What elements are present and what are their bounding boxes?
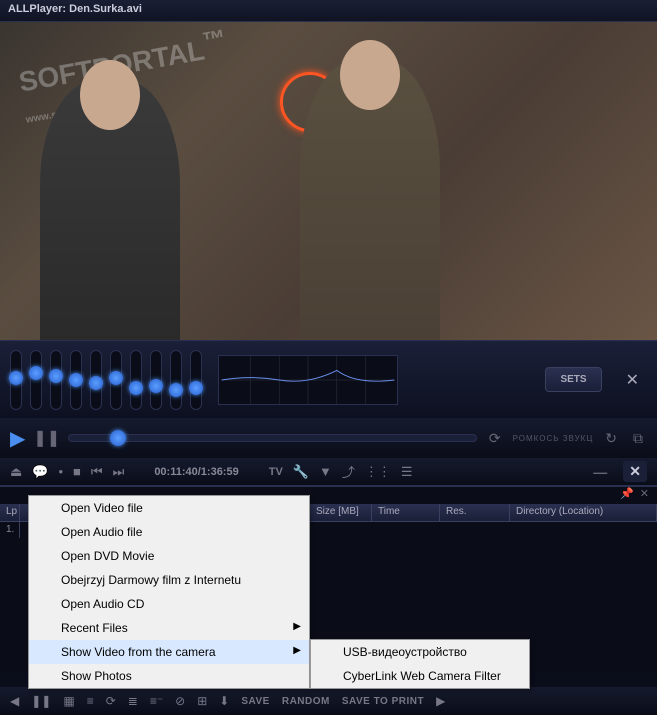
eq-slider[interactable]	[70, 350, 82, 410]
menu-recent-files[interactable]: Recent Files▶	[29, 616, 309, 640]
video-content-person	[40, 80, 180, 340]
bottom-panel: ◀ ❚❚ ▦ ≡ ⟳ ≣ ≡⁻ ⊘ ⊞ ⬇ SAVE RANDOM SAVE T…	[0, 687, 657, 715]
next-bottom-icon[interactable]: ▶	[436, 694, 445, 708]
grid-bottom-icon[interactable]: ▦	[63, 694, 74, 708]
menu-open-video[interactable]: Open Video file	[29, 496, 309, 520]
next-icon[interactable]: ⏭	[113, 464, 125, 480]
stop-icon[interactable]: ■	[73, 464, 81, 479]
waveform-display	[218, 355, 398, 405]
submenu-cyberlink[interactable]: CyberLink Web Camera Filter	[311, 664, 529, 688]
list2-icon[interactable]: ≣	[128, 694, 138, 708]
clear-icon[interactable]: ⊘	[175, 694, 185, 708]
volume-label: РОМКОСЬ ЗВУКЦ	[513, 434, 594, 443]
menu-show-video-camera[interactable]: Show Video from the camera▶	[29, 640, 309, 664]
context-submenu: USB-видеоустройство CyberLink Web Camera…	[310, 639, 530, 689]
submenu-usb-video[interactable]: USB-видеоустройство	[311, 640, 529, 664]
wrench-icon[interactable]: 🔧	[293, 464, 309, 480]
pin-icon[interactable]: 📌	[620, 487, 634, 504]
menu-show-photos[interactable]: Show Photos	[29, 664, 309, 688]
save-to-print-button[interactable]: SAVE TO PRINT	[342, 696, 424, 707]
share-icon[interactable]: ⤴	[342, 462, 355, 481]
menu-internet-film[interactable]: Obejrzyj Darmowy film z Internetu	[29, 568, 309, 592]
prev-icon[interactable]: ⏮	[91, 464, 103, 480]
eq-slider[interactable]	[10, 350, 22, 410]
list1-icon[interactable]: ≡	[87, 694, 94, 708]
minimize-button[interactable]: —	[587, 462, 613, 482]
close-eq-icon[interactable]: ✕	[618, 366, 647, 394]
filter-icon[interactable]: ▼	[319, 464, 332, 479]
title-bar: ALLPlayer: Den.Surka.avi	[0, 0, 657, 22]
eq-slider[interactable]	[150, 350, 162, 410]
seek-thumb[interactable]	[110, 430, 126, 446]
pause-bottom-icon[interactable]: ❚❚	[31, 694, 51, 708]
menu-open-audio[interactable]: Open Audio file	[29, 520, 309, 544]
seek-slider[interactable]	[68, 434, 477, 442]
toolbar: ⏏ 💬 • ■ ⏮ ⏭ 00:11:40/1:36:59 TV 🔧 ▼ ⤴ ⋮⋮…	[0, 458, 657, 486]
col-lp[interactable]: Lp	[0, 504, 20, 521]
eq-slider[interactable]	[30, 350, 42, 410]
eq-slider[interactable]	[90, 350, 102, 410]
sets-button[interactable]: SETS	[545, 367, 601, 392]
fullscreen-icon[interactable]: ⧉	[629, 430, 647, 447]
grid-icon[interactable]: ⋮⋮	[365, 464, 391, 480]
tv-button[interactable]: TV	[269, 466, 283, 478]
menu-open-dvd[interactable]: Open DVD Movie	[29, 544, 309, 568]
video-content-person	[300, 60, 440, 340]
repeat-icon[interactable]: ⟳	[485, 430, 505, 447]
eq-slider[interactable]	[170, 350, 182, 410]
eq-sliders-group	[10, 350, 202, 410]
time-display: 00:11:40/1:36:59	[154, 466, 238, 478]
row-num: 1.	[0, 522, 20, 538]
col-res[interactable]: Res.	[440, 504, 510, 521]
pause-icon[interactable]: ❚❚	[33, 428, 60, 448]
random-button[interactable]: RANDOM	[282, 696, 330, 707]
eq-slider[interactable]	[190, 350, 202, 410]
col-time[interactable]: Time	[372, 504, 440, 521]
eject-icon[interactable]: ⏏	[10, 464, 22, 480]
repeat-bottom-icon[interactable]: ⟳	[106, 694, 116, 708]
seek-panel: ▶ ❚❚ ⟳ РОМКОСЬ ЗВУКЦ ↻ ⧉	[0, 418, 657, 458]
video-display[interactable]: SOFTPORTAL™ www.softportal.com	[0, 22, 657, 340]
col-size[interactable]: Size [MB]	[310, 504, 372, 521]
chevron-right-icon: ▶	[293, 621, 301, 632]
prev-bottom-icon[interactable]: ◀	[10, 694, 19, 708]
col-dir[interactable]: Directory (Location)	[510, 504, 657, 521]
close-playlist-icon[interactable]: ✕	[640, 487, 649, 504]
play-icon[interactable]: ▶	[10, 426, 25, 451]
grid2-icon[interactable]: ⊞	[197, 694, 207, 708]
subtitle-icon[interactable]: 💬	[32, 464, 48, 480]
chevron-right-icon: ▶	[293, 645, 301, 656]
down-icon[interactable]: ⬇	[219, 694, 229, 708]
close-button[interactable]: ✕	[623, 461, 647, 482]
eq-slider[interactable]	[110, 350, 122, 410]
menu-open-audio-cd[interactable]: Open Audio CD	[29, 592, 309, 616]
eq-slider[interactable]	[130, 350, 142, 410]
eq-slider[interactable]	[50, 350, 62, 410]
context-menu: Open Video file Open Audio file Open DVD…	[28, 495, 310, 689]
list-icon[interactable]: ☰	[401, 464, 413, 480]
dot-icon[interactable]: •	[58, 464, 63, 479]
equalizer-panel: SETS ✕	[0, 340, 657, 418]
list3-icon[interactable]: ≡⁻	[150, 694, 163, 708]
refresh-icon[interactable]: ↻	[601, 430, 621, 447]
save-button[interactable]: SAVE	[241, 696, 270, 707]
